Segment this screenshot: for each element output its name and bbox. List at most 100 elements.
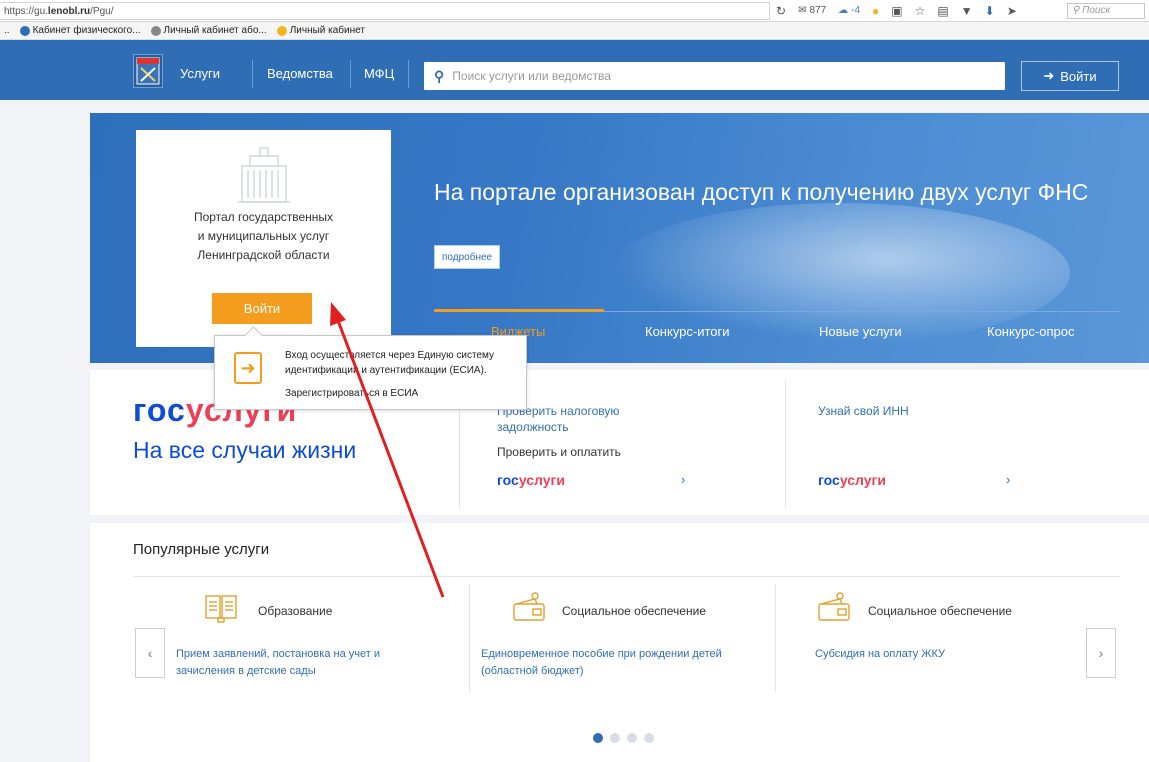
esia-tooltip-text: Вход осуществляется через Единую систему… xyxy=(285,350,494,376)
service-category: Образование xyxy=(258,604,333,618)
tab-contest-results[interactable]: Конкурс-итоги xyxy=(645,324,730,339)
gosuslugi-small-red: услуги xyxy=(839,472,886,488)
chevron-right-icon[interactable]: › xyxy=(681,472,685,487)
browser-url-bar: https://gu.lenobl.ru/Pgu/ ↻ ✉ 877 ☁ -4 ● ▣… xyxy=(0,0,1149,22)
extension-icon[interactable]: ● xyxy=(872,4,879,18)
bookmarks-bar: .. Кабинет физического... Личный кабинет… xyxy=(0,22,1149,40)
region-logo[interactable] xyxy=(133,54,163,88)
bookmarks-overflow[interactable]: .. xyxy=(4,25,10,36)
gosuslugi-small-red: услуги xyxy=(518,472,565,488)
search-icon: ⚲ xyxy=(1072,5,1083,16)
popular-services-title: Популярные услуги xyxy=(133,541,270,558)
login-icon: ➜ xyxy=(1043,68,1055,83)
weather-value: -4 xyxy=(851,5,861,16)
carousel-dot[interactable] xyxy=(627,733,637,743)
pocket-icon[interactable]: ▼ xyxy=(961,4,973,18)
bookmark-label: Личный кабинет або... xyxy=(163,25,267,36)
service-link[interactable]: Прием заявлений, постановка на учет и за… xyxy=(176,646,426,680)
address-field[interactable]: https://gu.lenobl.ru/Pgu/ xyxy=(0,1,770,20)
carousel-dot[interactable] xyxy=(593,733,603,743)
url-prefix: https://gu. xyxy=(4,5,48,17)
active-tab-indicator xyxy=(434,309,604,312)
portal-description-line: Ленинградской области xyxy=(197,248,330,262)
nav-divider xyxy=(350,60,351,88)
esia-register-link[interactable]: Зарегистрироваться в ЕСИА xyxy=(285,388,418,399)
tab-contest-poll[interactable]: Конкурс-опрос xyxy=(987,324,1074,339)
gosuslugi-slogan: На все случаи жизни xyxy=(133,437,357,463)
hero-cloud-decoration xyxy=(610,203,1070,343)
carousel-pagination xyxy=(593,733,654,743)
portal-login-card: Портал государственных и муниципальных у… xyxy=(136,130,391,347)
wallet-icon xyxy=(818,592,850,621)
mail-icon: ✉ xyxy=(798,5,807,16)
download-icon[interactable]: ⬇ xyxy=(985,4,995,18)
carousel-next-button[interactable]: › xyxy=(1086,628,1116,678)
site-search-input[interactable]: ⚲ Поиск услуги или ведомства xyxy=(424,62,1005,90)
search-icon: ⚲ xyxy=(434,67,445,84)
nav-departments[interactable]: Ведомства xyxy=(267,62,333,86)
esia-tooltip: ➜ Вход осуществляется через Единую систе… xyxy=(214,335,527,410)
url-domain: lenobl.ru xyxy=(47,5,91,17)
header-login-button[interactable]: ➜ Войти xyxy=(1021,61,1119,91)
nav-divider xyxy=(408,60,409,88)
popular-divider xyxy=(133,576,1120,577)
find-inn-link[interactable]: Узнай свой ИНН xyxy=(818,403,909,419)
nav-divider xyxy=(252,60,253,88)
bookmark-item[interactable]: Личный кабинет xyxy=(276,25,365,36)
carousel-prev-button[interactable]: ‹ xyxy=(135,628,165,678)
wallet-icon xyxy=(513,592,545,621)
tax-icon xyxy=(19,25,30,36)
browser-toolbar: ↻ ✉ 877 ☁ -4 ● ▣ ☆ ▤ ▼ ⬇ ➤ xyxy=(776,4,1017,18)
column-divider xyxy=(775,584,776,692)
reader-icon[interactable]: ▣ xyxy=(891,4,902,18)
cloud-icon: ☁ xyxy=(838,5,849,16)
carousel-dot[interactable] xyxy=(644,733,654,743)
bookmark-label: Кабинет физического... xyxy=(32,25,141,36)
portal-description-line: Портал государственных xyxy=(193,210,334,224)
globe-icon xyxy=(150,25,161,36)
more-button[interactable]: подробнее xyxy=(434,245,501,269)
tax-debt-subtitle: Проверить и оплатить xyxy=(497,445,621,459)
service-category: Социальное обеспечение xyxy=(562,604,706,618)
gosuslugi-logo-blue: гос xyxy=(133,392,186,428)
building-icon xyxy=(238,147,290,203)
hero-headline: На портале организован доступ к получени… xyxy=(434,179,1089,205)
weather-widget[interactable]: ☁ -4 xyxy=(838,5,860,16)
gosuslugi-small-blue: гос xyxy=(818,472,840,488)
service-link[interactable]: Единовременное пособие при рождении дете… xyxy=(481,646,731,680)
column-divider xyxy=(469,584,470,692)
site-search-placeholder: Поиск услуги или ведомства xyxy=(452,69,611,83)
bookmark-item[interactable]: Кабинет физического... xyxy=(19,25,141,36)
mail-widget[interactable]: ✉ 877 xyxy=(798,5,826,16)
browser-search-placeholder: Поиск xyxy=(1082,5,1111,16)
portal-description-line: и муниципальных услуг xyxy=(197,229,330,243)
gosuslugi-small-logo: госуслуги xyxy=(497,472,565,488)
nav-services[interactable]: Услуги xyxy=(180,62,220,86)
service-link[interactable]: Субсидия на оплату ЖКУ xyxy=(815,646,1065,663)
service-category: Социальное обеспечение xyxy=(868,604,1012,618)
header-login-label: Войти xyxy=(1060,68,1097,84)
popular-services-section xyxy=(90,523,1149,762)
browser-search-input[interactable]: ⚲ Поиск xyxy=(1067,3,1145,19)
gosuslugi-small-blue: гос xyxy=(497,472,519,488)
nav-mfc[interactable]: МФЦ xyxy=(364,62,394,86)
sign-in-icon: ➜ xyxy=(234,352,262,384)
gosuslugi-small-logo: госуслуги xyxy=(818,472,886,488)
reload-icon[interactable]: ↻ xyxy=(776,4,786,18)
carousel-dot[interactable] xyxy=(610,733,620,743)
portal-login-button[interactable]: Войти xyxy=(212,293,312,324)
coat-of-arms-icon xyxy=(136,57,160,85)
send-icon[interactable]: ➤ xyxy=(1007,4,1017,18)
service-icon xyxy=(276,25,287,36)
bookmark-item[interactable]: Личный кабинет або... xyxy=(150,25,267,36)
mail-count: 877 xyxy=(809,5,827,16)
bookmark-star-icon[interactable]: ☆ xyxy=(915,4,926,18)
portal-description: Портал государственных и муниципальных у… xyxy=(136,208,391,265)
tab-new-services[interactable]: Новые услуги xyxy=(819,324,902,339)
chevron-right-icon[interactable]: › xyxy=(1006,472,1010,487)
column-divider xyxy=(785,380,786,508)
url-path: /Pgu/ xyxy=(90,5,114,17)
bookmark-label: Личный кабинет xyxy=(289,25,365,36)
bookmarks-list-icon[interactable]: ▤ xyxy=(937,4,948,18)
book-icon xyxy=(205,595,237,623)
